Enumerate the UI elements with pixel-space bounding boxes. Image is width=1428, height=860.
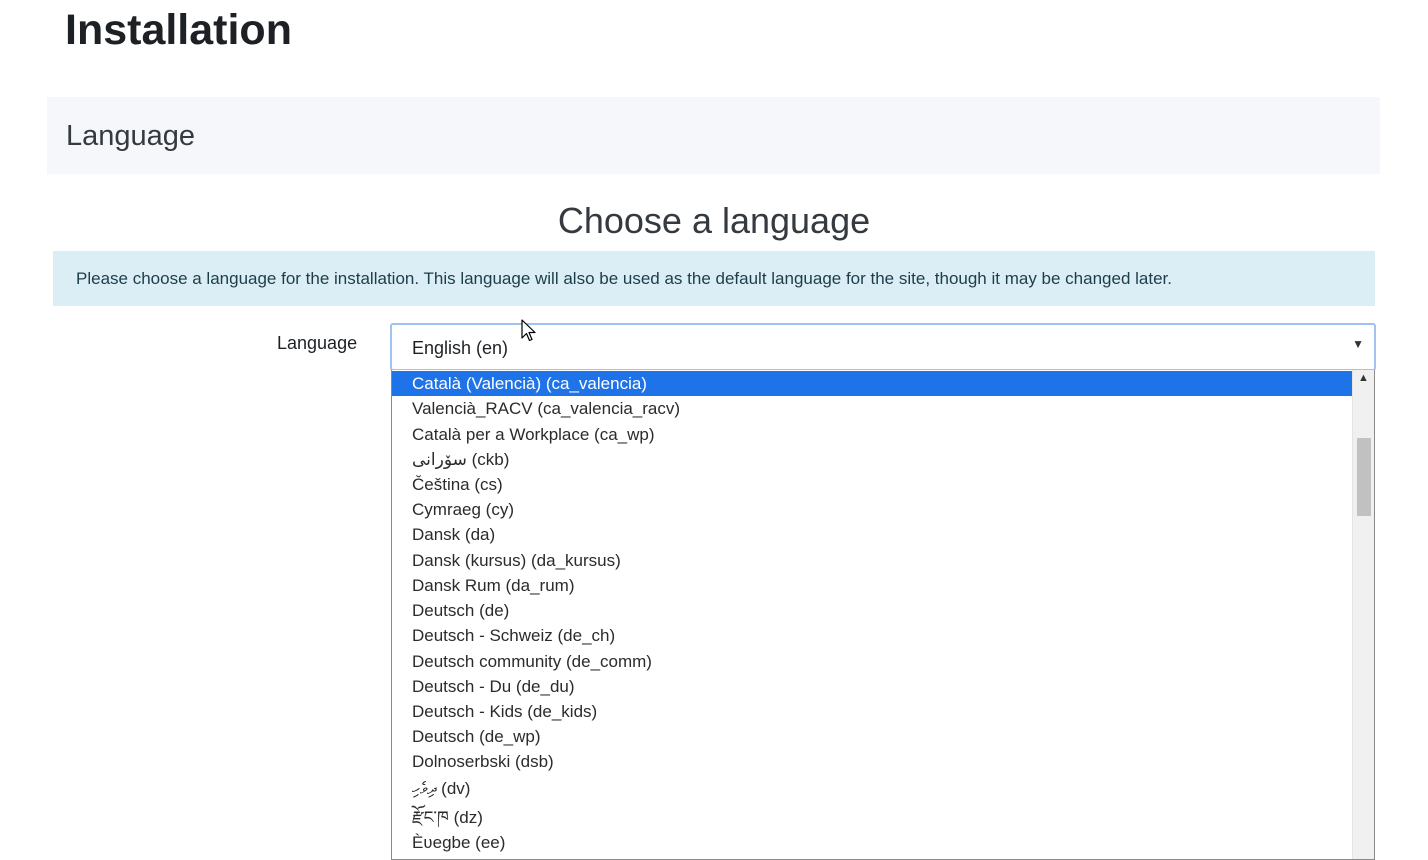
dropdown-option[interactable]: Català (Valencià) (ca_valencia) [392, 371, 1353, 396]
choose-language-title: Choose a language [557, 200, 871, 241]
page-heading: Installation [65, 6, 292, 54]
dropdown-option[interactable]: Dansk Rum (da_rum) [392, 573, 1353, 598]
language-dropdown-list[interactable]: Català (Valencià) (ca_valencia) Valencià… [391, 370, 1375, 860]
dropdown-option[interactable]: Dansk (da) [392, 522, 1353, 547]
dropdown-option[interactable]: Čeština (cs) [392, 472, 1353, 497]
scrollbar-thumb[interactable] [1357, 438, 1371, 516]
dropdown-option[interactable]: Valencià_RACV (ca_valencia_racv) [392, 396, 1353, 421]
scroll-up-arrow-icon[interactable]: ▲ [1353, 372, 1374, 384]
language-select[interactable]: English (en) ▼ [390, 323, 1376, 371]
dropdown-option[interactable]: Deutsch (de_wp) [392, 724, 1353, 749]
dropdown-scrollbar[interactable]: ▲ [1352, 370, 1374, 859]
dropdown-option[interactable]: ދިވެހި (dv) [392, 776, 1353, 801]
dropdown-option[interactable]: Deutsch - Kids (de_kids) [392, 699, 1353, 724]
dropdown-option[interactable]: Èʋegbe (ee) [392, 830, 1353, 855]
dropdown-option[interactable]: Deutsch - Schweiz (de_ch) [392, 623, 1353, 648]
dropdown-arrow-icon[interactable]: ▼ [1352, 337, 1364, 351]
dropdown-option[interactable]: Cymraeg (cy) [392, 497, 1353, 522]
section-title: Language [66, 120, 196, 152]
dropdown-option[interactable]: Dansk (kursus) (da_kursus) [392, 548, 1353, 573]
language-label: Language [277, 333, 358, 353]
mouse-cursor-icon [521, 319, 536, 342]
dropdown-option[interactable]: Deutsch (de) [392, 598, 1353, 623]
dropdown-option[interactable]: سۆرانی (ckb) [392, 447, 1353, 472]
info-text: Please choose a language for the install… [76, 268, 1172, 288]
info-alert: Please choose a language for the install… [53, 251, 1375, 306]
dropdown-option[interactable]: Català per a Workplace (ca_wp) [392, 422, 1353, 447]
language-select-value: English (en) [412, 338, 509, 358]
dropdown-option[interactable]: རྫོང་ཁ (dz) [392, 805, 1353, 830]
dropdown-option[interactable]: Dolnoserbski (dsb) [392, 749, 1353, 774]
dropdown-option[interactable]: Deutsch community (de_comm) [392, 649, 1353, 674]
section-header: Language [47, 97, 1380, 174]
dropdown-option[interactable]: Deutsch - Du (de_du) [392, 674, 1353, 699]
